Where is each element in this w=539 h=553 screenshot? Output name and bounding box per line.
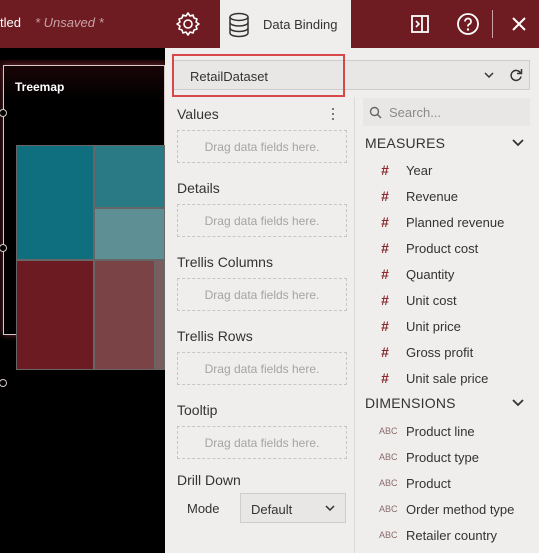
refresh-icon[interactable] bbox=[509, 67, 523, 83]
trellis-columns-drop-zone[interactable]: Drag data fields here. bbox=[177, 278, 347, 311]
field-measure[interactable]: # Revenue bbox=[379, 186, 458, 206]
mode-select[interactable]: Default bbox=[240, 493, 346, 523]
column-divider bbox=[354, 97, 355, 553]
details-drop-zone[interactable]: Drag data fields here. bbox=[177, 204, 347, 237]
panel-icon bbox=[411, 15, 429, 33]
help-button[interactable] bbox=[455, 11, 481, 37]
tab-label: Data Binding bbox=[263, 17, 338, 32]
field-dimension[interactable]: ABC Product bbox=[379, 473, 451, 493]
toggle-panel-button[interactable] bbox=[407, 11, 433, 37]
text-type-icon: ABC bbox=[379, 478, 398, 488]
top-bar: tled * Unsaved * Data Binding bbox=[0, 0, 539, 49]
measures-header[interactable]: MEASURES bbox=[365, 135, 445, 151]
field-measure[interactable]: # Planned revenue bbox=[379, 212, 504, 232]
number-icon: # bbox=[381, 188, 389, 204]
text-type-icon: ABC bbox=[379, 504, 398, 514]
values-label: Values bbox=[177, 106, 219, 122]
number-icon: # bbox=[381, 240, 389, 256]
treemap-cell[interactable] bbox=[155, 260, 165, 370]
number-icon: # bbox=[381, 318, 389, 334]
chevron-down-icon[interactable] bbox=[511, 397, 525, 409]
field-label: Product type bbox=[406, 449, 479, 465]
mode-label: Mode bbox=[187, 501, 220, 516]
details-label: Details bbox=[177, 180, 220, 196]
field-label: Retailer country bbox=[406, 527, 498, 543]
gear-icon bbox=[176, 12, 200, 36]
tab-data-binding[interactable]: Data Binding bbox=[220, 0, 351, 49]
field-label: Quantity bbox=[406, 266, 455, 282]
toolbar-divider bbox=[492, 10, 493, 38]
tooltip-drop-zone[interactable]: Drag data fields here. bbox=[177, 426, 347, 459]
number-icon: # bbox=[381, 344, 389, 360]
chevron-down-icon bbox=[325, 505, 335, 512]
close-icon bbox=[512, 17, 526, 31]
dimensions-header[interactable]: DIMENSIONS bbox=[365, 395, 456, 411]
field-label: Gross profit bbox=[406, 344, 474, 360]
help-icon bbox=[457, 13, 479, 35]
unsaved-indicator: * Unsaved * bbox=[35, 15, 104, 30]
text-type-icon: ABC bbox=[379, 426, 398, 436]
text-type-icon: ABC bbox=[379, 530, 398, 540]
number-icon: # bbox=[381, 214, 389, 230]
treemap-cell[interactable] bbox=[16, 260, 94, 370]
tooltip-label: Tooltip bbox=[177, 402, 218, 418]
number-icon: # bbox=[381, 162, 389, 178]
field-label: Order method type bbox=[406, 501, 515, 517]
field-label: Unit price bbox=[406, 318, 461, 334]
field-dimension[interactable]: ABC Retailer country bbox=[379, 525, 497, 545]
trellis-rows-drop-zone[interactable]: Drag data fields here. bbox=[177, 352, 347, 385]
field-measure[interactable]: # Unit cost bbox=[379, 290, 457, 310]
number-icon: # bbox=[381, 370, 389, 386]
text-type-icon: ABC bbox=[379, 452, 398, 462]
field-measure[interactable]: # Unit price bbox=[379, 316, 461, 336]
field-measure[interactable]: # Unit sale price bbox=[379, 368, 488, 388]
chevron-down-icon bbox=[484, 72, 494, 79]
field-label: Unit cost bbox=[406, 292, 457, 308]
document-title[interactable]: tled bbox=[0, 15, 21, 30]
trellis-columns-label: Trellis Columns bbox=[177, 254, 273, 270]
search-icon bbox=[369, 105, 383, 119]
treemap-cell[interactable] bbox=[94, 260, 155, 370]
field-measure[interactable]: # Year bbox=[379, 160, 432, 180]
values-drop-zone[interactable]: Drag data fields here. bbox=[177, 130, 347, 163]
close-button[interactable] bbox=[507, 11, 531, 37]
field-label: Product line bbox=[406, 423, 475, 439]
field-label: Product cost bbox=[406, 240, 479, 256]
database-icon bbox=[227, 12, 251, 38]
field-dimension[interactable]: ABC Order method type bbox=[379, 499, 514, 519]
more-options-icon[interactable] bbox=[329, 106, 337, 122]
field-label: Product bbox=[406, 475, 451, 491]
dataset-highlight bbox=[172, 54, 345, 97]
field-dimension[interactable]: ABC Product type bbox=[379, 447, 479, 467]
field-label: Revenue bbox=[406, 188, 459, 204]
treemap-cell[interactable] bbox=[16, 145, 94, 260]
drill-down-label: Drill Down bbox=[177, 472, 241, 488]
field-measure[interactable]: # Gross profit bbox=[379, 342, 473, 362]
search-placeholder: Search... bbox=[389, 104, 442, 120]
treemap-cell[interactable] bbox=[94, 208, 165, 260]
number-icon: # bbox=[381, 266, 389, 282]
number-icon: # bbox=[381, 292, 389, 308]
field-search[interactable]: Search... bbox=[363, 98, 530, 126]
field-measure[interactable]: # Product cost bbox=[379, 238, 478, 258]
field-dimension[interactable]: ABC Product line bbox=[379, 421, 475, 441]
chevron-down-icon[interactable] bbox=[511, 137, 525, 149]
treemap-cell[interactable] bbox=[94, 145, 165, 208]
settings-button[interactable] bbox=[172, 8, 204, 40]
field-label: Planned revenue bbox=[406, 214, 505, 230]
mode-value: Default bbox=[251, 502, 293, 517]
trellis-rows-label: Trellis Rows bbox=[177, 328, 253, 344]
field-measure[interactable]: # Quantity bbox=[379, 264, 454, 284]
field-label: Unit sale price bbox=[406, 370, 489, 386]
treemap-title: Treemap bbox=[15, 80, 65, 94]
field-label: Year bbox=[406, 162, 433, 178]
